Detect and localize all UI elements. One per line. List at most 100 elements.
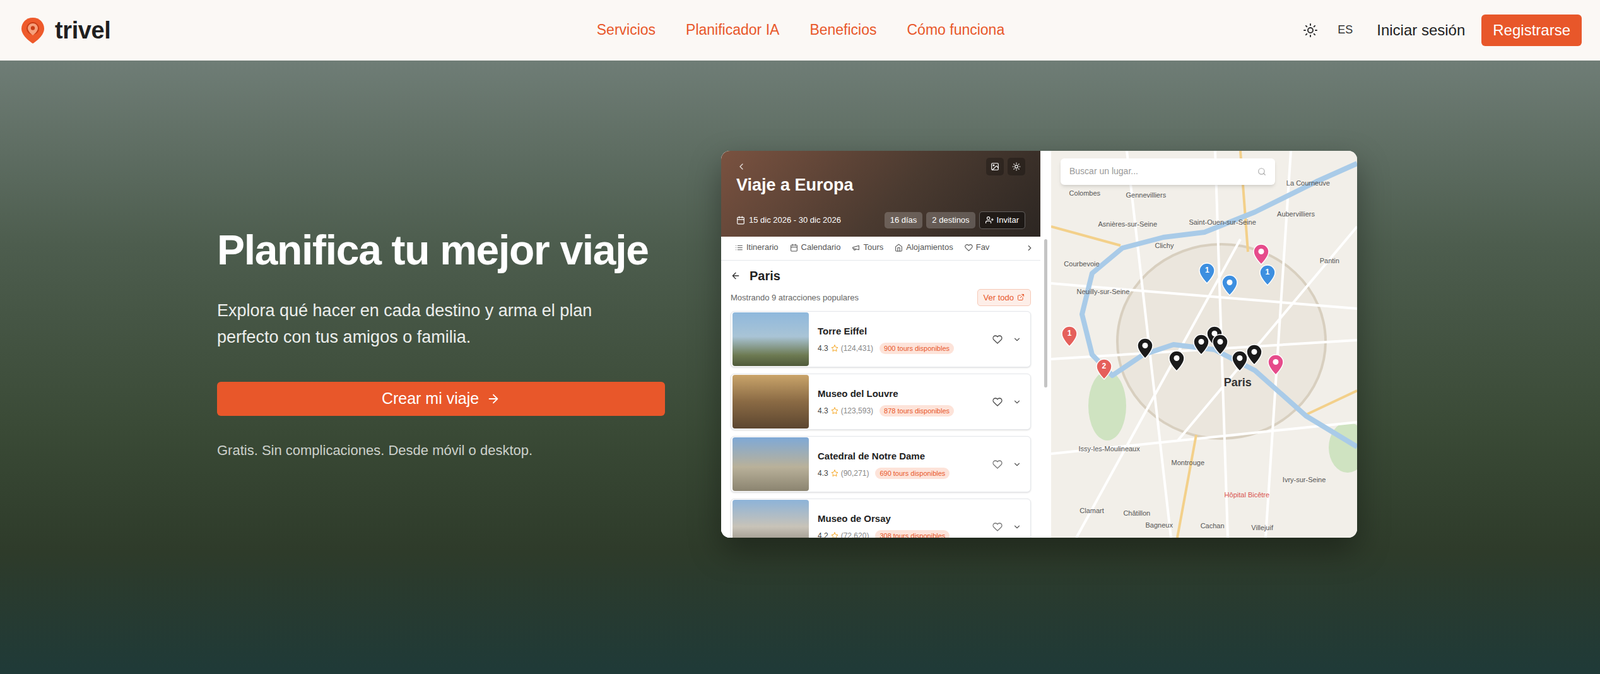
expand-button[interactable] <box>1012 459 1022 469</box>
nav-link[interactable]: Beneficios <box>809 18 877 42</box>
map-label: Colombes <box>1069 189 1101 197</box>
rating-value: 4.3 <box>817 467 829 479</box>
trip-dates: 15 dic 2026 - 30 dic 2026 <box>736 213 842 227</box>
tab[interactable]: Tours <box>851 236 884 260</box>
map-pin-icon <box>1267 353 1284 376</box>
tab[interactable]: Calendario <box>789 236 842 260</box>
favorite-button[interactable] <box>992 459 1003 470</box>
attraction-actions <box>992 396 1022 407</box>
map-pin[interactable] <box>1211 333 1229 356</box>
expand-button[interactable] <box>1012 522 1022 532</box>
attraction-card[interactable]: Museo de Orsay4.2(72,620)308 tours dispo… <box>730 498 1031 538</box>
theme-toggle[interactable] <box>1300 20 1320 40</box>
calendar-icon <box>789 243 799 252</box>
map-pin[interactable]: 1 <box>1259 264 1276 286</box>
attraction-photo <box>732 499 809 538</box>
tab[interactable]: Itinerario <box>735 236 779 260</box>
top-bar: trivel Servicios Planificador IA Beneficios… <box>0 0 1600 61</box>
signup-button[interactable]: Registrarse <box>1481 14 1582 47</box>
logo[interactable]: trivel <box>18 15 112 45</box>
back-button[interactable] <box>730 270 741 281</box>
invite-button[interactable]: Invitar <box>979 211 1026 230</box>
map-pin-icon <box>1246 343 1263 366</box>
rating-value: 4.2 <box>817 529 829 538</box>
language-button[interactable]: ES <box>1337 21 1353 39</box>
favorite-button[interactable] <box>992 334 1003 345</box>
map-label: Aubervilliers <box>1276 210 1315 218</box>
trip-panel: Viaje a Europa15 dic 2026 - 30 dic 20261… <box>721 150 1041 538</box>
tours-badge: 690 tours disponibles <box>875 467 950 480</box>
attraction-card[interactable]: Museo del Louvre4.3(123,593)878 tours di… <box>730 373 1031 430</box>
attraction-photo <box>732 312 809 366</box>
change-cover-button[interactable] <box>986 157 1004 176</box>
map-pin[interactable] <box>1221 274 1238 296</box>
map-pin[interactable] <box>1136 337 1154 359</box>
map-search[interactable] <box>1060 158 1276 185</box>
star-icon <box>830 344 839 353</box>
app-preview: Viaje a Europa15 dic 2026 - 30 dic 20261… <box>721 150 1358 538</box>
map-pin[interactable]: 1 <box>1198 262 1216 284</box>
map-pin[interactable] <box>1252 243 1270 265</box>
tab[interactable]: Alojamientos <box>894 236 953 260</box>
nav-link[interactable]: Servicios <box>596 18 656 42</box>
back-button[interactable] <box>736 161 747 172</box>
trip-meta: 15 dic 2026 - 30 dic 2026 16 días2 destin… <box>736 211 1026 230</box>
map-pin-icon <box>1211 333 1229 356</box>
arrow-right-icon <box>486 391 501 406</box>
attraction-info: Catedral de Notre Dame4.3(90,271)690 tou… <box>817 449 993 479</box>
expand-button[interactable] <box>1012 335 1022 344</box>
trip-title: Viaje a Europa <box>736 174 1026 197</box>
rating-value: 4.3 <box>817 405 829 417</box>
view-all-button[interactable]: Ver todo <box>977 288 1031 307</box>
calendar-icon <box>736 215 746 225</box>
scrollbar-thumb[interactable] <box>1044 239 1048 388</box>
tours-badge: 308 tours disponibles <box>875 529 950 538</box>
main-nav: Servicios Planificador IA Beneficios Cómo f… <box>596 18 1005 42</box>
favorite-button[interactable] <box>992 396 1003 407</box>
logo-text[interactable]: trivel <box>54 18 112 43</box>
map-pin[interactable] <box>1193 333 1210 356</box>
nav-link[interactable]: Cómo funciona <box>907 18 1006 42</box>
trip-chips: 16 días2 destinosInvitar <box>884 211 1026 230</box>
map-pin[interactable]: 2 <box>1095 358 1113 380</box>
attraction-actions <box>992 334 1022 345</box>
map-pin[interactable] <box>1267 353 1284 376</box>
map-search-input[interactable] <box>1069 164 1253 178</box>
attraction-actions <box>992 521 1022 532</box>
map[interactable]: ColombesGennevilliersAsnières-sur-SeineS… <box>1051 150 1358 538</box>
summary-text: Mostrando 9 atracciones populares <box>730 291 859 305</box>
login-link[interactable]: Iniciar sesión <box>1376 18 1465 42</box>
tabs-next-button[interactable] <box>1025 243 1035 253</box>
trip-chip: 2 destinos <box>926 211 975 229</box>
pin-label: 1 <box>1061 328 1078 339</box>
create-trip-button[interactable]: Crear mi viaje <box>217 381 665 416</box>
map-label: Ivry-sur-Seine <box>1282 475 1326 483</box>
tab[interactable]: Fav <box>964 236 990 260</box>
tab-label: Itinerario <box>746 241 779 254</box>
attraction-photo <box>732 437 809 491</box>
chevron-right-icon <box>1025 243 1035 253</box>
review-count: (90,271) <box>841 467 870 479</box>
map-label: Saint-Ouen-sur-Seine <box>1188 218 1256 226</box>
map-pin[interactable]: 1 <box>1061 325 1078 348</box>
attraction-rating: 4.2(72,620)308 tours disponibles <box>817 529 993 538</box>
favorite-button[interactable] <box>992 521 1003 532</box>
map-pin-icon <box>1193 333 1210 356</box>
attraction-actions <box>992 459 1022 470</box>
nav-link[interactable]: Planificador IA <box>685 18 780 42</box>
chevron-down-icon <box>1012 397 1022 407</box>
attraction-card[interactable]: Torre Eiffel4.3(124,431)900 tours dispon… <box>730 311 1031 368</box>
map-pin[interactable] <box>1168 350 1185 372</box>
theme-button[interactable] <box>1007 157 1026 176</box>
map-pin[interactable] <box>1231 350 1248 372</box>
attraction-rating: 4.3(124,431)900 tours disponibles <box>817 342 993 355</box>
map-pin[interactable] <box>1246 343 1263 366</box>
attraction-card[interactable]: Catedral de Notre Dame4.3(90,271)690 tou… <box>730 435 1031 493</box>
search-icon <box>1257 167 1267 177</box>
heart-outline-icon <box>992 521 1003 532</box>
attraction-info: Museo del Louvre4.3(123,593)878 tours di… <box>817 386 993 417</box>
logo-icon <box>18 15 48 45</box>
map-label: Asnières-sur-Seine <box>1097 220 1158 228</box>
trip-header-top <box>736 158 1026 175</box>
expand-button[interactable] <box>1012 397 1022 407</box>
